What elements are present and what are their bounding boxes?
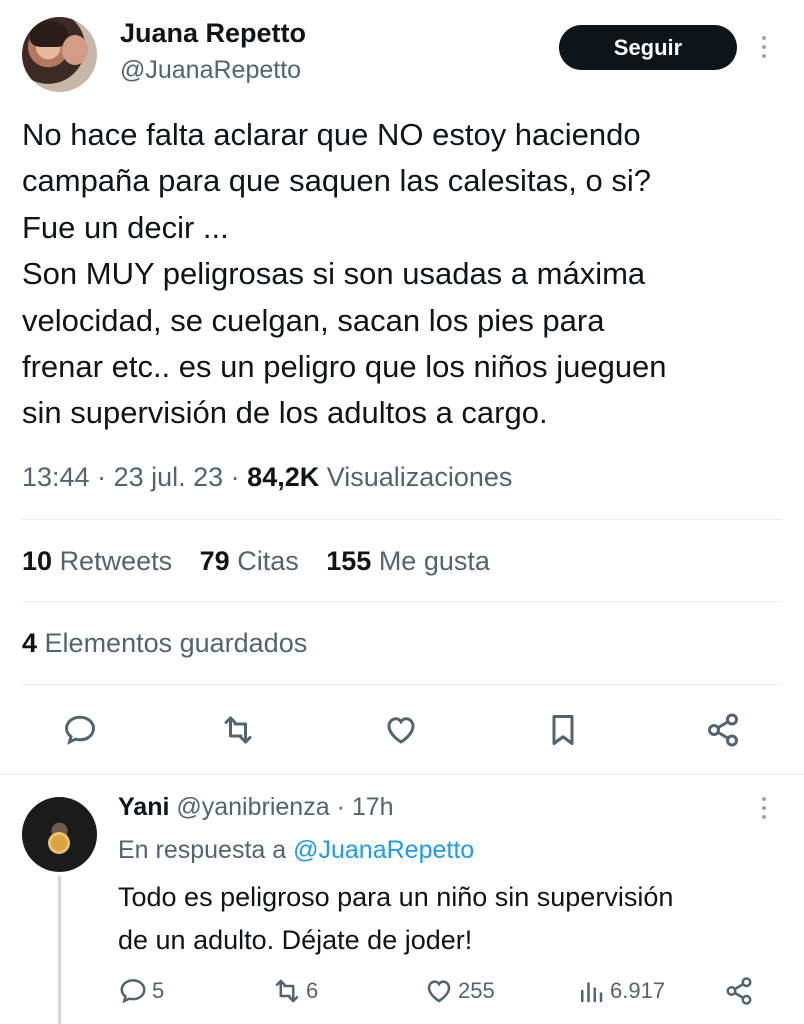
- retweets-stat[interactable]: 10 Retweets: [22, 546, 172, 576]
- quotes-stat[interactable]: 79 Citas: [200, 546, 299, 576]
- reply-replies-count: 5: [152, 978, 165, 1003]
- retweet-icon: [275, 979, 299, 1003]
- reply-time[interactable]: 17h: [352, 793, 394, 821]
- like-icon: [427, 980, 451, 1003]
- author-avatar[interactable]: [22, 17, 97, 92]
- avatar-flower: [51, 835, 67, 851]
- divider: [22, 519, 782, 520]
- follow-button[interactable]: Seguir: [559, 25, 737, 70]
- reply-icon: [120, 979, 146, 1004]
- divider: [22, 601, 782, 602]
- reply-views-count: 6.917: [610, 978, 666, 1003]
- reply-retweets-count: 6: [306, 978, 319, 1003]
- views-count: 84,2K: [247, 462, 320, 492]
- author-handle[interactable]: @JuanaRepetto: [120, 56, 301, 85]
- reply-author-handle[interactable]: @yanibrienza: [176, 793, 329, 821]
- divider: [22, 684, 782, 685]
- like-icon[interactable]: [383, 712, 419, 748]
- engagement-stats: 10 Retweets 79 Citas 155 Me gusta: [22, 546, 490, 577]
- reply-icon[interactable]: [62, 712, 98, 748]
- reply-mention-link[interactable]: @JuanaRepetto: [293, 836, 474, 864]
- reply-reply-button[interactable]: 5: [118, 974, 164, 1008]
- retweet-icon[interactable]: [220, 712, 256, 748]
- reply-share-button[interactable]: [724, 974, 758, 1008]
- author-name[interactable]: Juana Repetto: [120, 18, 306, 49]
- section-divider: [0, 774, 804, 775]
- views-label: Visualizaciones: [326, 462, 513, 492]
- reply-retweet-button[interactable]: 6: [272, 974, 318, 1008]
- in-reply-to: En respuesta a @JuanaRepetto: [118, 836, 474, 865]
- views-icon: [581, 982, 603, 1003]
- tweet-meta: 13:44 · 23 jul. 23 · 84,2K Visualizacion…: [22, 462, 513, 492]
- in-reply-prefix: En respuesta a: [118, 836, 287, 864]
- reply-views-button[interactable]: 6.917: [576, 974, 665, 1008]
- reply-author-name[interactable]: Yani: [118, 793, 169, 821]
- reply-author-avatar[interactable]: [22, 797, 97, 872]
- more-options-icon[interactable]: [760, 36, 768, 62]
- tweet-time[interactable]: 13:44: [22, 462, 90, 492]
- reply-text: Todo es peligroso para un niño sin super…: [118, 882, 674, 955]
- avatar-face: [62, 35, 88, 65]
- bookmark-icon[interactable]: [545, 712, 581, 748]
- reply-likes-count: 255: [458, 978, 495, 1003]
- share-icon[interactable]: [705, 712, 741, 748]
- reply-like-button[interactable]: 255: [424, 974, 495, 1008]
- bookmarks-stat[interactable]: 4 Elementos guardados: [22, 628, 307, 659]
- reply-more-options-icon[interactable]: [760, 797, 768, 823]
- share-icon: [726, 977, 752, 1005]
- thread-line: [58, 876, 61, 1024]
- likes-stat[interactable]: 155 Me gusta: [326, 546, 490, 576]
- tweet-text: No hace falta aclarar que NO estoy hacie…: [22, 117, 667, 431]
- tweet-date[interactable]: 23 jul. 23: [114, 462, 224, 492]
- reply-header: Yani @yanibrienza · 17h: [118, 793, 394, 821]
